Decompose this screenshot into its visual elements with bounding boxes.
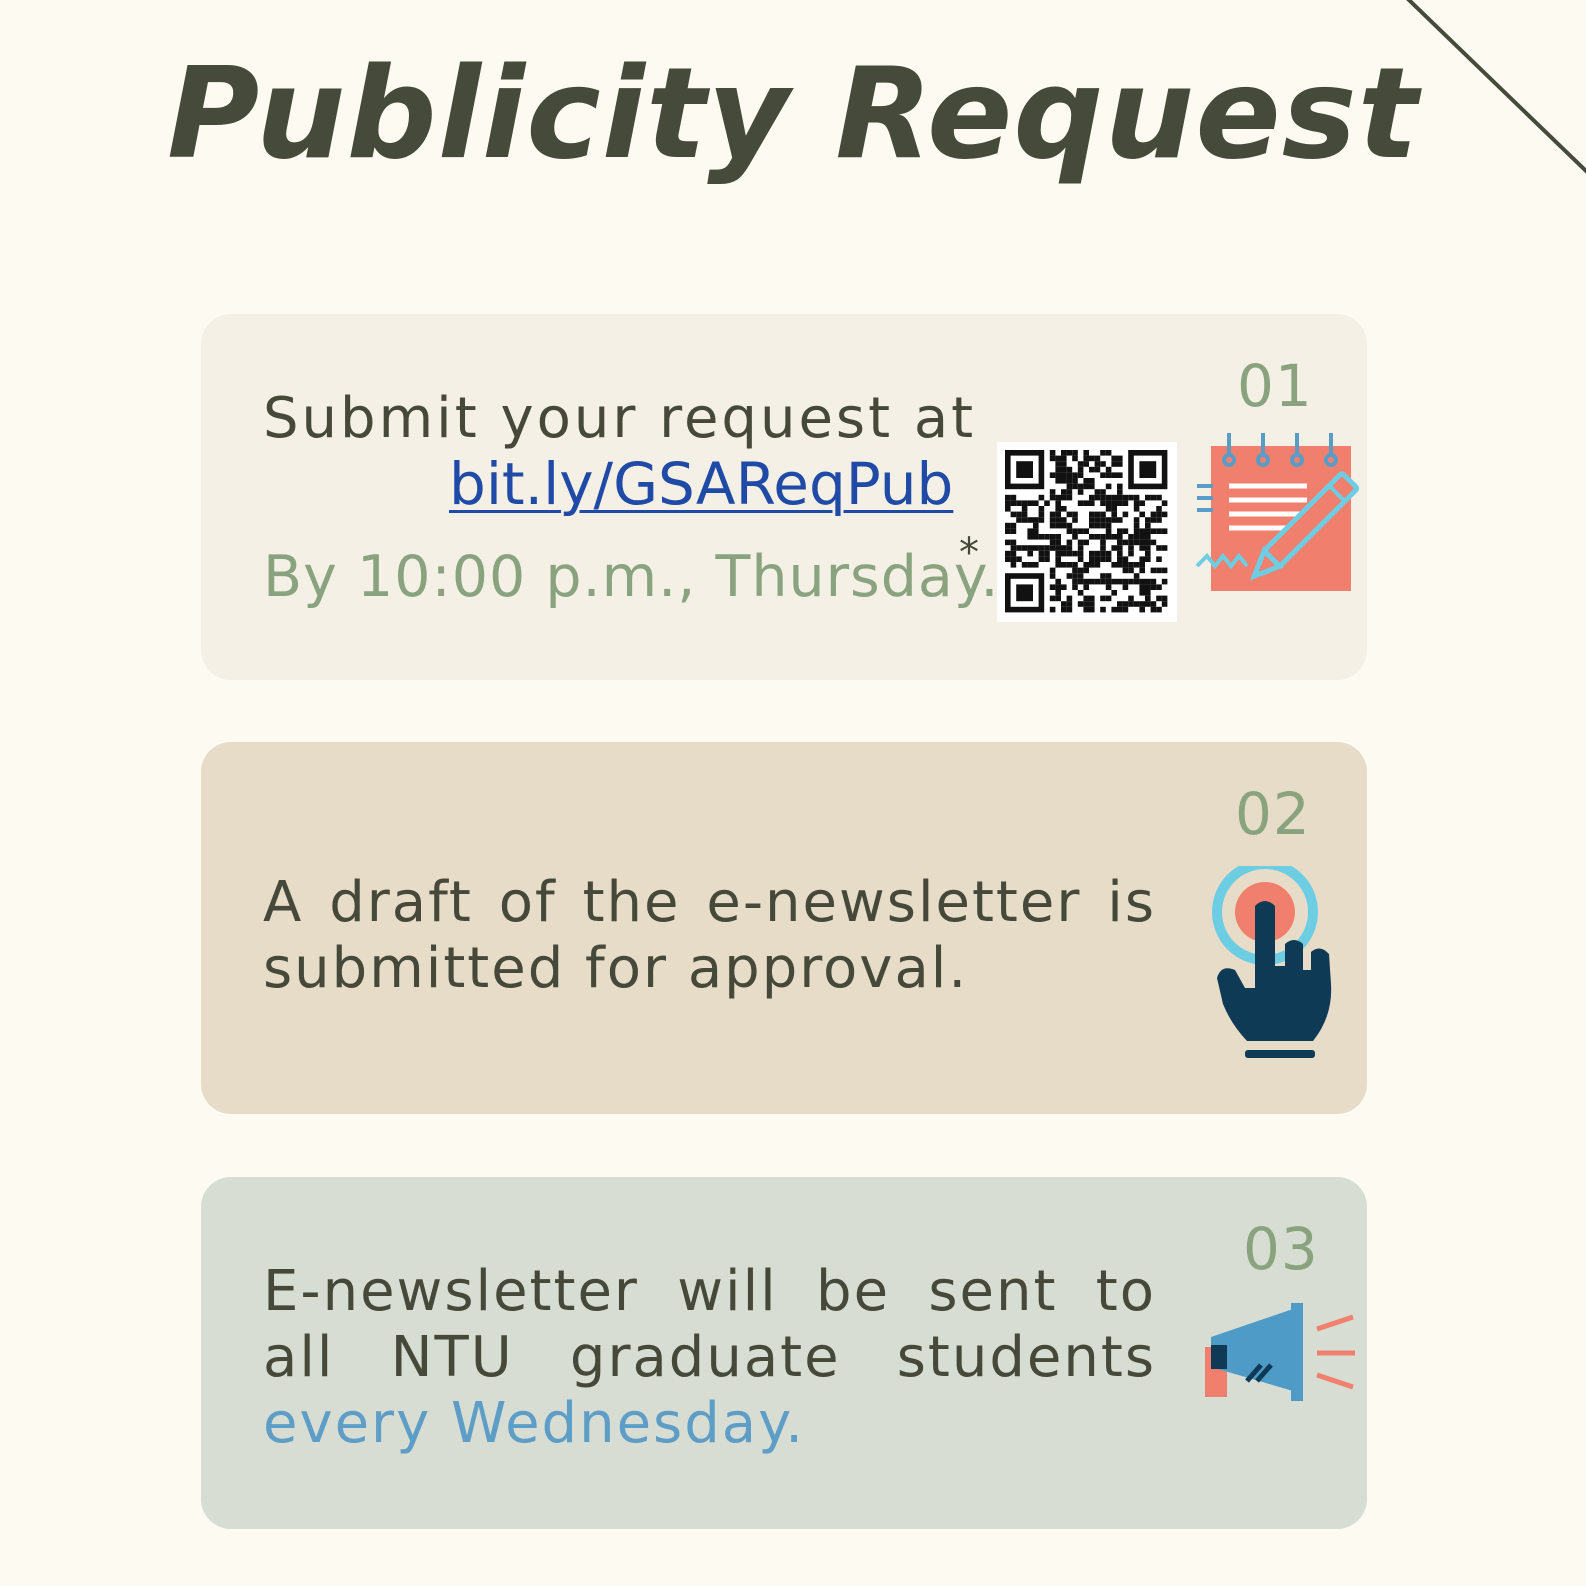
page-title: Publicity Request	[166, 40, 1420, 187]
notepad-pencil-icon	[1191, 428, 1406, 602]
step-card-1: 01 Submit your request at bit.ly/GSAReqP…	[201, 314, 1367, 680]
step-number: 03	[1243, 1215, 1319, 1283]
step-description-text: E-newsletter will be sent to all NTU gra…	[263, 1259, 1156, 1390]
tap-hand-icon	[1201, 859, 1351, 1070]
step-number: 01	[1237, 352, 1313, 420]
qr-code	[997, 442, 1177, 622]
step-number: 02	[1235, 780, 1311, 848]
submit-instruction: Submit your request at	[263, 386, 977, 451]
megaphone-icon	[1201, 1299, 1361, 1413]
step-description: E-newsletter will be sent to all NTU gra…	[263, 1259, 1156, 1457]
request-form-link[interactable]: bit.ly/GSAReqPub	[449, 450, 953, 518]
footnote-asterisk: *	[959, 530, 979, 576]
step-card-3: 03 E-newsletter will be sent to all NTU …	[201, 1177, 1367, 1529]
deadline-text: By 10:00 p.m., Thursday.	[263, 544, 1000, 610]
step-description: A draft of the e-newsletter is submitted…	[263, 870, 1156, 1001]
step-card-2: 02 A draft of the e-newsletter is submit…	[201, 742, 1367, 1114]
schedule-highlight: every Wednesday.	[263, 1391, 806, 1456]
